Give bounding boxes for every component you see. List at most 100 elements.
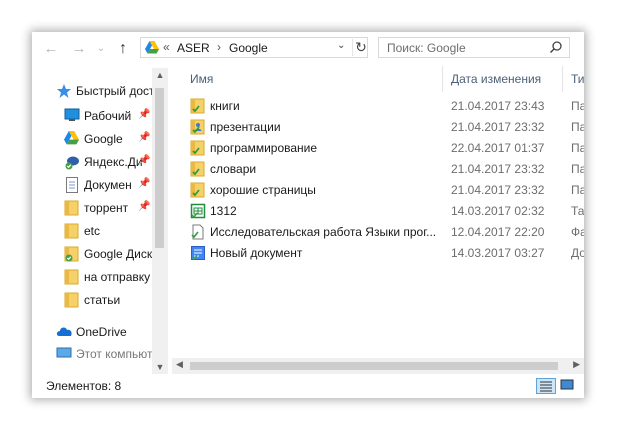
file-row[interactable]: презентации 21.04.2017 23:32 Па: [172, 117, 584, 138]
explorer-window: ← → ⌄ ↑ « ASER › Google ⌄ ↻ Поиск: Googl…: [32, 32, 584, 398]
nav-item-label: Этот компьют: [76, 347, 152, 359]
desktop-icon: [64, 108, 80, 121]
column-divider[interactable]: [562, 66, 563, 92]
nav-item-google[interactable]: Google 📌: [32, 128, 152, 150]
nav-item-label: OneDrive: [76, 325, 127, 339]
nav-item-google-disk[interactable]: Google Диск: [32, 243, 152, 265]
folder-icon: [64, 269, 79, 285]
nav-item-etc[interactable]: etc: [32, 220, 152, 242]
google-drive-icon: [64, 131, 79, 145]
nav-item-label: etc: [84, 224, 101, 238]
star-icon: [57, 84, 71, 98]
google-drive-icon: [145, 41, 159, 54]
nav-item-label: Быстрый дост: [76, 84, 152, 98]
file-type: Па: [571, 162, 584, 176]
file-row[interactable]: программирование 22.04.2017 01:37 Па: [172, 138, 584, 159]
navpane-vertical-scrollbar[interactable]: ▲ ▼: [152, 68, 168, 374]
column-header-date[interactable]: Дата изменения: [451, 72, 541, 86]
nav-item-onedrive[interactable]: OneDrive: [32, 321, 152, 343]
scroll-up-arrow-icon[interactable]: ▲: [152, 70, 168, 80]
column-header-name[interactable]: Имя: [190, 72, 213, 86]
nav-item-na-otpravku[interactable]: на отправку: [32, 266, 152, 288]
synced-folder-icon: [190, 140, 205, 156]
scroll-down-arrow-icon[interactable]: ▼: [152, 362, 168, 372]
details-view-button[interactable]: [536, 378, 556, 394]
file-type: Па: [571, 120, 584, 134]
search-icon[interactable]: [549, 40, 563, 54]
forward-button[interactable]: →: [70, 40, 88, 58]
file-date: 21.04.2017 23:43: [451, 99, 545, 113]
nav-item-label: Google: [84, 132, 123, 146]
nav-item-yandex-disk[interactable]: Яндекс.Ди 📌: [32, 151, 152, 173]
file-row[interactable]: Исследовательская работа Языки прог... 1…: [172, 222, 584, 243]
recent-locations-button[interactable]: ⌄: [92, 40, 110, 58]
address-segment-google[interactable]: Google: [229, 41, 268, 55]
folder-icon: [64, 292, 79, 308]
pin-icon[interactable]: 📌: [138, 155, 150, 166]
column-divider[interactable]: [442, 66, 443, 92]
file-row[interactable]: 1312 14.03.2017 02:32 Та: [172, 201, 584, 222]
file-name: хорошие страницы: [210, 183, 316, 197]
scroll-right-arrow-icon[interactable]: ▶: [573, 359, 580, 370]
column-header-type[interactable]: Ти: [571, 72, 584, 86]
search-box[interactable]: Поиск: Google: [378, 37, 570, 58]
large-icons-view-button[interactable]: [558, 378, 578, 394]
file-date: 22.04.2017 01:37: [451, 141, 545, 155]
file-date: 12.04.2017 22:20: [451, 225, 545, 239]
address-dropdown-button[interactable]: ⌄: [337, 40, 345, 51]
file-date: 21.04.2017 23:32: [451, 120, 545, 134]
nav-item-stati[interactable]: статьи: [32, 289, 152, 311]
file-row[interactable]: словари 21.04.2017 23:32 Па: [172, 159, 584, 180]
address-segment-aser[interactable]: ASER: [177, 41, 210, 55]
refresh-button[interactable]: ↻: [352, 39, 369, 56]
nav-item-label: торрент: [84, 201, 129, 215]
file-list-horizontal-scrollbar[interactable]: ◀ ▶: [172, 358, 584, 374]
yandex-disk-icon: [65, 156, 79, 170]
file-name: словари: [210, 162, 257, 176]
file-name: презентации: [210, 120, 281, 134]
back-button[interactable]: ←: [42, 40, 60, 58]
pin-icon[interactable]: 📌: [138, 132, 150, 143]
file-name: Исследовательская работа Языки прог...: [210, 225, 437, 239]
address-separator[interactable]: ›: [217, 40, 221, 54]
file-name: программирование: [210, 141, 318, 155]
file-type: Па: [571, 183, 584, 197]
nav-item-torrent[interactable]: торрент 📌: [32, 197, 152, 219]
nav-item-documents[interactable]: Докумен 📌: [32, 174, 152, 196]
large-icons-view-icon: [560, 379, 574, 390]
file-type: До: [571, 246, 584, 260]
nav-item-this-pc[interactable]: Этот компьют: [32, 345, 152, 359]
file-date: 21.04.2017 23:32: [451, 162, 545, 176]
file-type: Па: [571, 141, 584, 155]
google-disk-folder-icon: [64, 246, 79, 262]
pin-icon[interactable]: 📌: [138, 178, 150, 189]
synced-folder-icon: [190, 98, 205, 114]
nav-item-desktop[interactable]: Рабочий 📌: [32, 105, 152, 127]
pin-icon[interactable]: 📌: [138, 109, 150, 120]
file-date: 14.03.2017 02:32: [451, 204, 545, 218]
nav-item-label: Рабочий: [84, 109, 132, 123]
scroll-left-arrow-icon[interactable]: ◀: [176, 359, 183, 370]
google-sheets-icon: [190, 203, 206, 219]
file-row[interactable]: хорошие страницы 21.04.2017 23:32 Па: [172, 180, 584, 201]
file-date: 14.03.2017 03:27: [451, 246, 545, 260]
folder-icon: [64, 223, 79, 239]
file-row[interactable]: книги 21.04.2017 23:43 Па: [172, 96, 584, 117]
synced-folder-icon: [190, 161, 205, 177]
scrollbar-thumb[interactable]: [155, 88, 164, 248]
item-count: Элементов: 8: [46, 379, 122, 393]
scrollbar-thumb[interactable]: [190, 362, 558, 370]
nav-item-label: Google Диск: [84, 247, 152, 261]
nav-item-label: Докумен: [84, 178, 132, 192]
search-input[interactable]: Поиск: Google: [387, 41, 466, 55]
sort-ascending-icon: ⌃: [310, 66, 319, 73]
address-overflow[interactable]: «: [163, 40, 170, 54]
pin-icon[interactable]: 📌: [138, 201, 150, 212]
details-view-icon: [540, 381, 552, 392]
address-bar[interactable]: « ASER › Google ⌄ ↻: [140, 37, 368, 58]
nav-item-quick-access[interactable]: Быстрый дост: [32, 80, 152, 102]
google-docs-icon: [191, 246, 205, 261]
synced-folder-icon: [190, 182, 205, 198]
up-button[interactable]: ↑: [114, 40, 132, 58]
file-row[interactable]: Новый документ 14.03.2017 03:27 До: [172, 243, 584, 264]
